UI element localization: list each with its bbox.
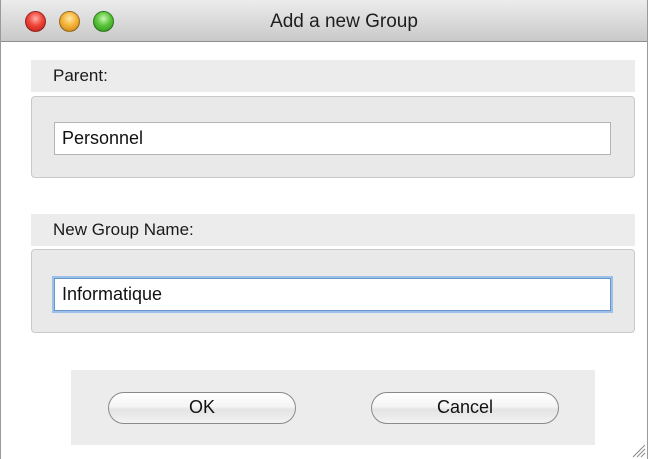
new-group-name-field[interactable] [54,278,611,311]
title-bar[interactable]: Add a new Group [1,0,647,42]
new-group-name-group-box [31,249,635,333]
dialog-window: Add a new Group Parent: New Group Name: … [0,0,648,459]
cancel-button[interactable]: Cancel [371,392,559,424]
parent-label: Parent: [31,60,635,92]
button-panel: OK Cancel [71,370,595,445]
resize-grip-icon[interactable] [628,440,646,458]
parent-group-box [31,96,635,178]
window-title: Add a new Group [270,11,418,32]
new-group-name-label: New Group Name: [31,214,635,246]
parent-field[interactable] [54,122,611,155]
ok-button[interactable]: OK [108,392,296,424]
